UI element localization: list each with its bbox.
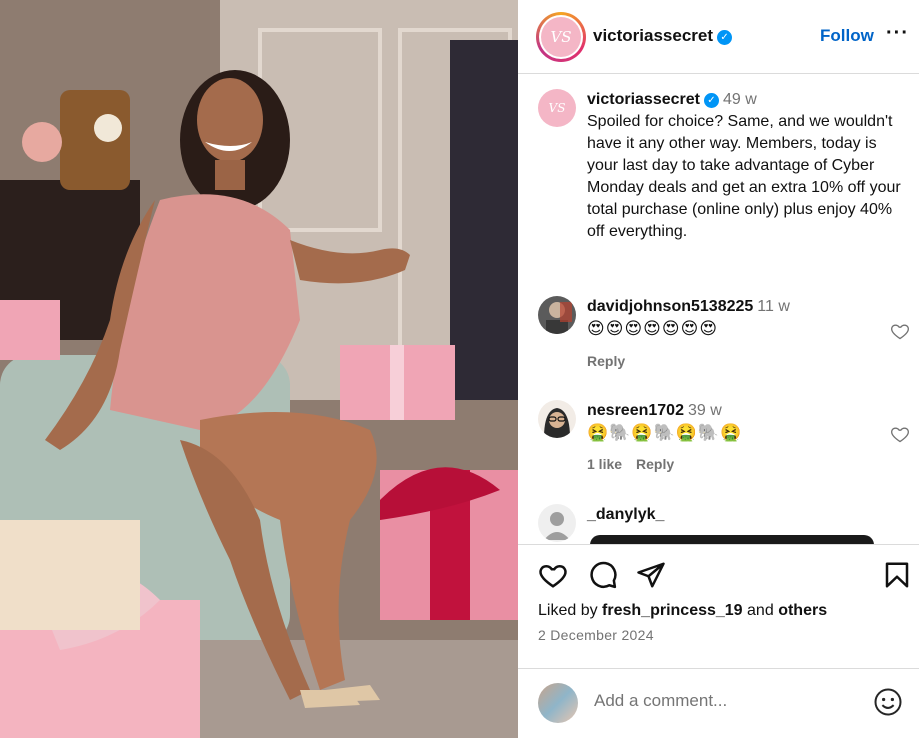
bookmark-icon[interactable] [882, 560, 912, 590]
profile-avatar[interactable]: VS [536, 12, 586, 62]
comment-username[interactable]: nesreen1702 [587, 402, 684, 419]
caption-username[interactable]: victoriassecret [587, 91, 700, 108]
username-text: victoriassecret [593, 26, 714, 45]
vs-logo-icon: VS [548, 101, 566, 115]
comment-actions: 1 like Reply [587, 456, 688, 472]
comment-actions: Reply [587, 353, 639, 369]
commenter-avatar[interactable] [538, 400, 576, 438]
add-comment-input[interactable] [594, 691, 864, 711]
heart-icon[interactable] [538, 560, 568, 590]
verified-badge-icon: ✓ [703, 93, 719, 108]
reply-button[interactable]: Reply [587, 353, 625, 369]
vs-logo-icon: VS [541, 17, 581, 57]
comment-username[interactable]: _danylyk_ [587, 506, 664, 523]
liked-by-others[interactable]: others [778, 602, 827, 619]
commenter-avatar[interactable] [538, 296, 576, 334]
share-icon[interactable] [636, 560, 666, 590]
emoji-icon[interactable] [873, 687, 903, 717]
caption-avatar[interactable]: VS [538, 89, 576, 127]
header-username[interactable]: victoriassecret ✓ [593, 26, 733, 46]
post-photo-illustration [0, 0, 518, 738]
more-options-icon[interactable]: ··· [886, 22, 909, 45]
commenter-avatar[interactable] [538, 504, 576, 542]
likes-middle: and [747, 602, 774, 619]
likes-summary: Liked by fresh_princess_19 and others [538, 602, 827, 620]
default-user-icon [544, 512, 570, 540]
like-comment-heart-icon[interactable] [890, 321, 910, 341]
comment-like-count[interactable]: 1 like [587, 456, 622, 472]
comment-body: nesreen1702 39 w 🤮🐘🤮🐘🤮🐘🤮 [587, 400, 877, 445]
caption-text: Spoiled for choice? Same, and we wouldn'… [587, 113, 901, 240]
post-date[interactable]: 2 December 2024 [538, 627, 654, 643]
comment-username[interactable]: davidjohnson5138225 [587, 298, 753, 315]
post-header: VS victoriassecret ✓ Follow ··· [518, 0, 919, 74]
comment-time[interactable]: 11 w [757, 298, 790, 315]
add-comment-bar [518, 668, 919, 738]
current-user-avatar[interactable] [538, 683, 578, 723]
actions-divider [518, 544, 919, 545]
verified-badge-icon: ✓ [717, 30, 733, 45]
comment-body: _danylyk_ [587, 504, 877, 526]
reply-button[interactable]: Reply [636, 456, 674, 472]
likes-prefix: Liked by [538, 602, 598, 619]
comment-icon[interactable] [588, 560, 618, 590]
post-photo[interactable] [0, 0, 518, 738]
liked-by-user[interactable]: fresh_princess_19 [602, 602, 743, 619]
comment-time[interactable]: 39 w [688, 402, 722, 419]
post-actions-bar [518, 560, 919, 592]
comment-body: davidjohnson5138225 11 w 😍😍😍😍😍😍😍 [587, 296, 877, 341]
post-sidebar: VS victoriassecret ✓ Follow ··· VS victor… [518, 0, 919, 738]
post-caption: victoriassecret ✓ 49 w Spoiled for choice?… [587, 89, 907, 243]
caption-time[interactable]: 49 w [723, 91, 757, 108]
like-comment-heart-icon[interactable] [890, 424, 910, 444]
comment-text: 🤮🐘🤮🐘🤮🐘🤮 [587, 423, 743, 442]
comment-text: 😍😍😍😍😍😍😍 [587, 319, 719, 338]
follow-button[interactable]: Follow [820, 26, 874, 46]
